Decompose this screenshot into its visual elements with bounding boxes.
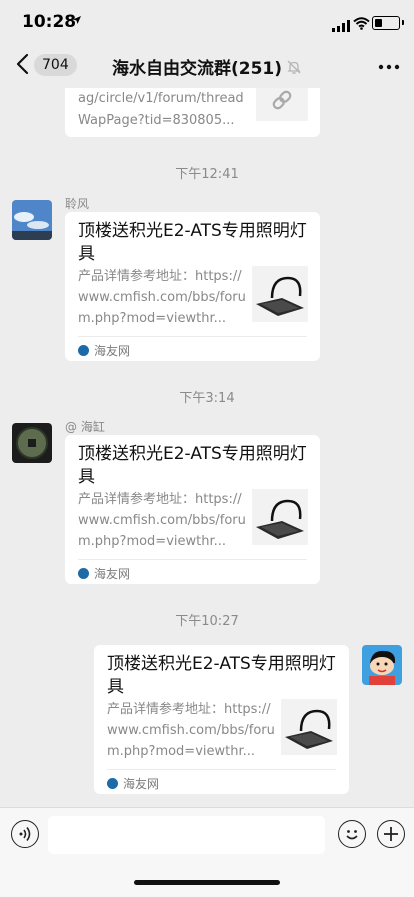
- link-card-title: 顶楼送积光E2-ATS专用照明灯具: [78, 444, 307, 487]
- bell-off-icon: [287, 60, 301, 74]
- avatar-coin-image: [12, 423, 52, 463]
- timestamp-divider: 下午12:41: [175, 167, 239, 182]
- link-card-description: 产品详情参考地址：https://www.cmfish.com/bbs/foru…: [78, 492, 246, 549]
- link-card-title: 顶楼送积光E2-ATS专用照明灯具: [78, 221, 307, 264]
- lamp-image: [252, 266, 308, 322]
- location-arrow-icon: [72, 14, 82, 28]
- source-name: 海友网: [94, 567, 131, 581]
- more-actions-button[interactable]: [377, 820, 405, 848]
- more-dots-icon: [378, 64, 400, 70]
- link-source: 海友网: [107, 775, 159, 792]
- cellular-signal-icon: [332, 17, 350, 36]
- wifi-icon: [353, 15, 370, 34]
- link-card[interactable]: 顶楼送积光E2-ATS专用照明灯具 产品详情参考地址：https://www.c…: [94, 645, 349, 794]
- plus-icon: [384, 827, 398, 841]
- my-avatar[interactable]: [362, 645, 402, 685]
- card-divider: [107, 769, 336, 770]
- product-thumbnail: [252, 266, 308, 322]
- status-time: 10:28: [22, 12, 77, 32]
- group-name: 海水自由交流群(251): [111, 59, 283, 79]
- link-card[interactable]: 顶楼送积光E2-ATS专用照明灯具 产品详情参考地址：https://www.c…: [65, 212, 320, 361]
- back-button[interactable]: [12, 52, 36, 76]
- battery-cap: [402, 20, 404, 25]
- emoji-button[interactable]: [338, 820, 366, 848]
- avatar-cartoon-image: [362, 645, 402, 685]
- timestamp-divider: 下午10:27: [175, 614, 239, 629]
- unread-count-badge[interactable]: 704: [34, 54, 77, 76]
- avatar[interactable]: [12, 200, 52, 240]
- avatar[interactable]: [12, 423, 52, 463]
- product-thumbnail: [252, 489, 308, 545]
- more-button[interactable]: [378, 58, 400, 77]
- source-logo-icon: [78, 568, 89, 579]
- link-card-description: 产品详情参考地址：https://www.cmfish.com/bbs/foru…: [78, 269, 246, 326]
- emoji-icon: [346, 830, 358, 840]
- card-divider: [78, 559, 307, 560]
- battery-icon: [372, 16, 400, 30]
- voice-icon: [19, 827, 31, 841]
- chevron-left-icon: [16, 53, 29, 75]
- timestamp-divider: 下午3:14: [179, 391, 235, 406]
- source-logo-icon: [78, 345, 89, 356]
- status-bar: 10:28: [0, 0, 414, 46]
- link-card-title: 顶楼送积光E2-ATS专用照明灯具: [107, 654, 336, 697]
- home-indicator: [134, 880, 280, 885]
- message-input[interactable]: [48, 816, 325, 854]
- avatar-sky-image: [12, 200, 52, 240]
- link-source: 海友网: [78, 342, 130, 359]
- link-card-description: 产品详情参考地址：https://www.cmfish.com/bbs/foru…: [107, 702, 275, 759]
- link-card-partial[interactable]: ag/circle/v1/forum/threadWapPage?tid=830…: [65, 88, 320, 137]
- voice-button[interactable]: [11, 820, 39, 848]
- source-logo-icon: [107, 778, 118, 789]
- link-icon: [272, 90, 292, 110]
- link-source: 海友网: [78, 565, 130, 582]
- card-divider: [78, 336, 307, 337]
- lamp-image: [252, 489, 308, 545]
- sender-name: @ 海缸: [65, 420, 105, 434]
- link-card-url: ag/circle/v1/forum/threadWapPage?tid=830…: [78, 91, 244, 128]
- link-thumbnail: [256, 88, 308, 121]
- sender-name: 聆风: [65, 197, 90, 211]
- product-thumbnail: [281, 699, 337, 755]
- link-card[interactable]: 顶楼送积光E2-ATS专用照明灯具 产品详情参考地址：https://www.c…: [65, 435, 320, 584]
- source-name: 海友网: [94, 344, 131, 358]
- chat-header: 海水自由交流群(251) 704: [0, 46, 414, 88]
- source-name: 海友网: [123, 777, 160, 791]
- lamp-image: [281, 699, 337, 755]
